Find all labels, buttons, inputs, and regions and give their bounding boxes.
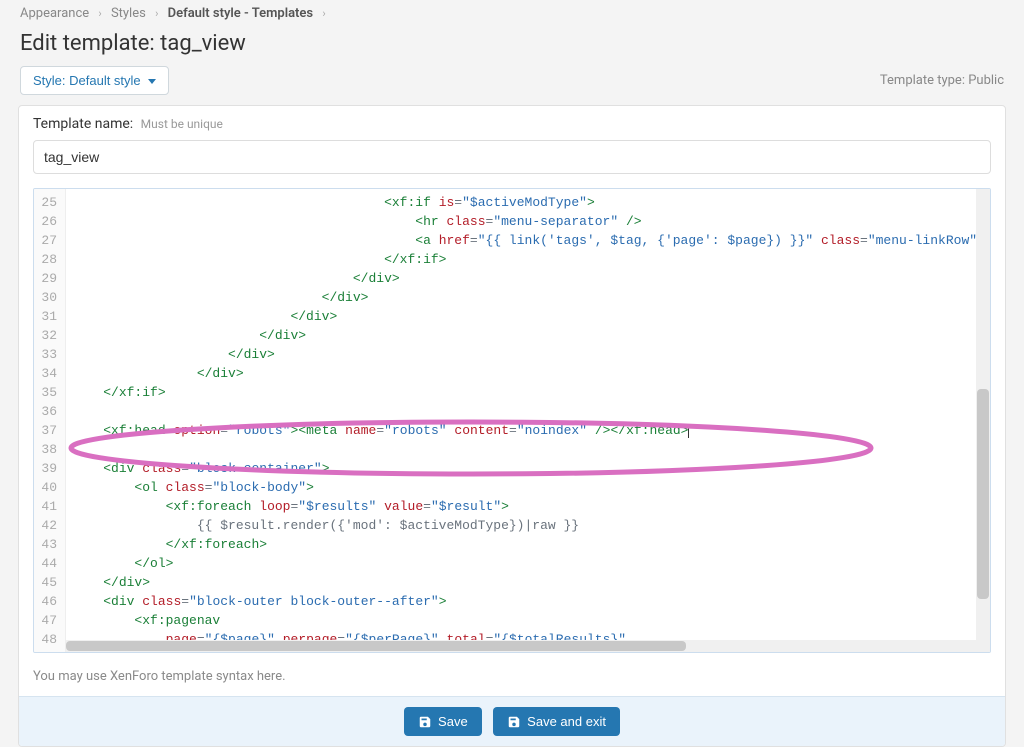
breadcrumb: Appearance › Styles › Default style - Te… [0,0,1024,27]
main-block: Template name: Must be unique 2526272829… [18,105,1006,747]
code-line[interactable]: <hr class="menu-separator" /> [72,212,990,231]
chevron-right-icon: › [155,7,158,20]
chevron-right-icon: › [322,7,325,20]
code-line[interactable]: <xf:pagenav [72,611,990,630]
line-number-gutter: 2526272829303132333435363738394041424344… [34,189,66,652]
code-line[interactable] [72,440,990,459]
save-and-exit-button[interactable]: Save and exit [493,707,620,736]
horizontal-scrollbar-thumb[interactable] [66,641,686,651]
template-name-input[interactable] [33,140,991,174]
save-button[interactable]: Save [404,707,482,736]
code-line[interactable]: </ol> [72,554,990,573]
code-line[interactable]: </div> [72,269,990,288]
code-line[interactable]: <div class="block-container"> [72,459,990,478]
horizontal-scrollbar-track[interactable] [66,640,976,652]
code-line[interactable]: </div> [72,364,990,383]
code-line[interactable]: </div> [72,573,990,592]
code-line[interactable]: </xf:if> [72,250,990,269]
code-line[interactable]: </div> [72,307,990,326]
code-editor[interactable]: 2526272829303132333435363738394041424344… [33,188,991,653]
footer-bar: Save Save and exit [19,696,1005,746]
code-line[interactable]: <ol class="block-body"> [72,478,990,497]
code-line[interactable]: </div> [72,288,990,307]
page-title: Edit template: tag_view [0,27,1024,66]
code-line[interactable]: {{ $result.render({'mod': $activeModType… [72,516,990,535]
template-name-label: Template name: Must be unique [19,106,1005,132]
syntax-note: You may use XenForo template syntax here… [19,663,1005,696]
code-line[interactable]: <xf:if is="$activeModType"> [72,193,990,212]
code-line[interactable]: </xf:if> [72,383,990,402]
save-icon [507,715,521,729]
code-line[interactable]: <xf:head option="robots"><meta name="rob… [72,421,990,440]
template-type-label: Template type: Public [880,73,1004,88]
code-line[interactable]: <div class="block-outer block-outer--aft… [72,592,990,611]
chevron-right-icon: › [98,7,101,20]
code-line[interactable]: </div> [72,345,990,364]
template-name-hint: Must be unique [141,117,223,131]
save-icon [418,715,432,729]
code-line[interactable]: </xf:foreach> [72,535,990,554]
breadcrumb-item[interactable]: Styles [111,6,146,21]
caret-down-icon [148,79,156,84]
style-selector-label: Style: Default style [33,73,141,88]
breadcrumb-item[interactable]: Appearance [20,6,89,21]
breadcrumb-item-current[interactable]: Default style - Templates [168,6,314,21]
vertical-scrollbar-track[interactable] [976,189,990,652]
code-line[interactable]: <xf:foreach loop="$results" value="$resu… [72,497,990,516]
code-line[interactable] [72,402,990,421]
code-line[interactable]: <a href="{{ link('tags', $tag, {'page': … [72,231,990,250]
vertical-scrollbar-thumb[interactable] [977,389,989,599]
code-lines[interactable]: <xf:if is="$activeModType"> <hr class="m… [66,189,990,652]
style-selector-button[interactable]: Style: Default style [20,66,169,95]
code-line[interactable]: </div> [72,326,990,345]
